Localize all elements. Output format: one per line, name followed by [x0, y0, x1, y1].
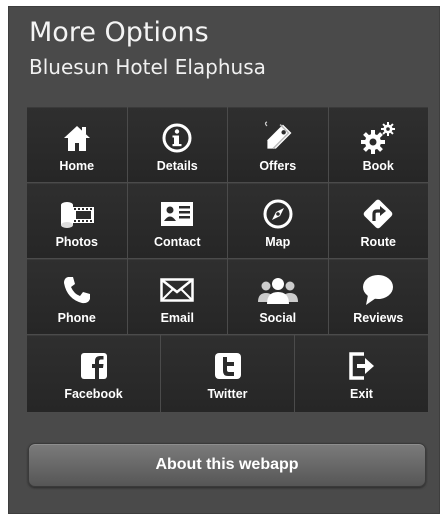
- details-button[interactable]: Details: [127, 107, 228, 183]
- tile-label: Offers: [259, 159, 297, 173]
- tile-label: Book: [362, 159, 394, 173]
- options-row: Home Details Offers Book: [27, 107, 429, 183]
- exit-button[interactable]: Exit: [295, 335, 429, 413]
- tile-label: Home: [59, 159, 95, 173]
- route-sign-icon: [361, 197, 395, 231]
- contact-card-icon: [160, 197, 194, 231]
- tile-label: Facebook: [64, 387, 123, 401]
- tile-label: Route: [360, 235, 396, 249]
- speech-bubble-icon: [361, 273, 395, 307]
- home-button[interactable]: Home: [27, 107, 128, 183]
- map-button[interactable]: Map: [228, 183, 329, 259]
- exit-icon: [348, 349, 376, 383]
- options-row: Facebook Twitter Exit: [27, 335, 429, 413]
- info-icon: [161, 121, 193, 155]
- phone-icon: [62, 273, 92, 307]
- compass-icon: [262, 197, 294, 231]
- tile-label: Social: [259, 311, 297, 325]
- social-button[interactable]: Social: [228, 259, 329, 335]
- contact-button[interactable]: Contact: [127, 183, 228, 259]
- tile-label: Email: [160, 311, 194, 325]
- route-button[interactable]: Route: [328, 183, 429, 259]
- facebook-icon: [79, 349, 109, 383]
- options-row: Photos Contact Map Route: [27, 183, 429, 259]
- tile-label: Twitter: [207, 387, 248, 401]
- tile-label: Phone: [57, 311, 96, 325]
- film-icon: [58, 197, 96, 231]
- phone-button[interactable]: Phone: [27, 259, 128, 335]
- home-icon: [62, 121, 92, 155]
- gears-icon: [360, 121, 396, 155]
- hotel-name: Bluesun Hotel Elaphusa: [29, 55, 266, 79]
- page-title: More Options: [29, 17, 209, 48]
- photos-button[interactable]: Photos: [27, 183, 128, 259]
- tile-label: Contact: [153, 235, 201, 249]
- facebook-button[interactable]: Facebook: [27, 335, 161, 413]
- options-panel: More Options Bluesun Hotel Elaphusa Home: [8, 6, 440, 514]
- book-button[interactable]: Book: [328, 107, 429, 183]
- people-icon: [257, 273, 299, 307]
- twitter-icon: [213, 349, 243, 383]
- about-webapp-button[interactable]: About this webapp: [28, 443, 426, 487]
- options-row: Phone Email Social Reviews: [27, 259, 429, 335]
- offers-button[interactable]: Offers: [228, 107, 329, 183]
- tile-label: Photos: [55, 235, 98, 249]
- options-grid: Home Details Offers Book Photos Contact …: [27, 107, 429, 413]
- tile-label: Exit: [350, 387, 373, 401]
- twitter-button[interactable]: Twitter: [161, 335, 295, 413]
- envelope-icon: [160, 273, 194, 307]
- tag-icon: [261, 121, 295, 155]
- reviews-button[interactable]: Reviews: [328, 259, 429, 335]
- tile-label: Details: [156, 159, 198, 173]
- tile-label: Reviews: [353, 311, 404, 325]
- email-button[interactable]: Email: [127, 259, 228, 335]
- tile-label: Map: [265, 235, 291, 249]
